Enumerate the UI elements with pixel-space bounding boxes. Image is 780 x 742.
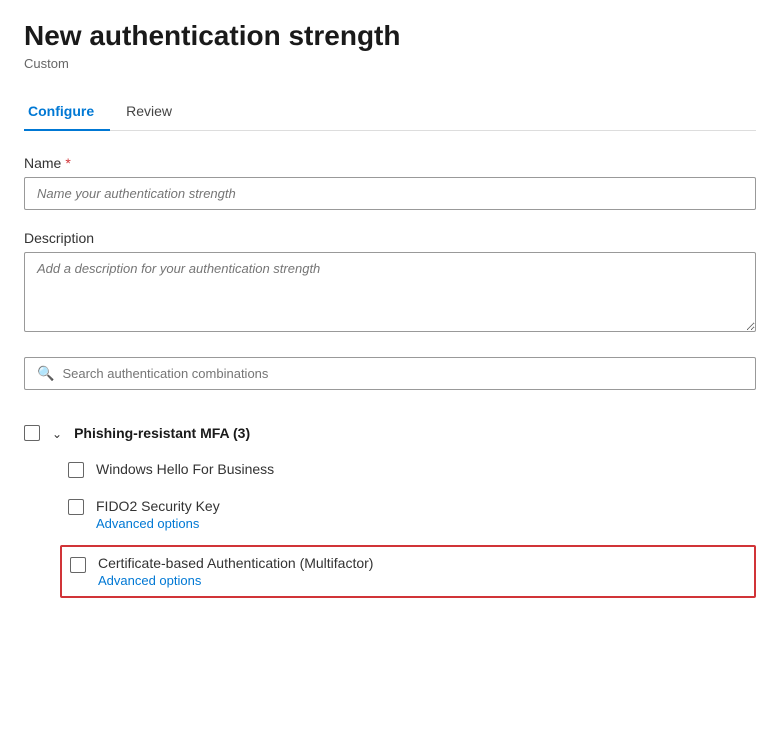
search-container: 🔍 <box>24 357 756 390</box>
description-field-group: Description <box>24 230 756 337</box>
name-field-group: Name * <box>24 155 756 210</box>
fido2-item-row: FIDO2 Security Key Advanced options <box>68 488 756 541</box>
phishing-resistant-group-header[interactable]: ⌄ Phishing-resistant MFA (3) <box>24 414 756 451</box>
fido2-content: FIDO2 Security Key Advanced options <box>96 498 220 531</box>
description-input[interactable] <box>24 252 756 332</box>
phishing-resistant-checkbox[interactable] <box>24 425 40 441</box>
name-input[interactable] <box>24 177 756 210</box>
tab-bar: Configure Review <box>24 95 756 131</box>
cba-multi-label: Certificate-based Authentication (Multif… <box>98 555 373 571</box>
whfb-item: Windows Hello For Business <box>68 451 756 488</box>
fido2-label: FIDO2 Security Key <box>96 498 220 514</box>
whfb-item-row: Windows Hello For Business <box>68 451 756 488</box>
search-input[interactable] <box>62 366 743 381</box>
fido2-advanced-options-link[interactable]: Advanced options <box>96 516 220 531</box>
cba-multi-checkbox[interactable] <box>70 557 86 573</box>
chevron-down-icon[interactable]: ⌄ <box>52 427 62 441</box>
whfb-content: Windows Hello For Business <box>96 461 274 477</box>
tab-configure[interactable]: Configure <box>24 95 110 131</box>
description-label: Description <box>24 230 756 246</box>
cba-multi-item: Certificate-based Authentication (Multif… <box>60 545 756 598</box>
page-subtitle: Custom <box>24 56 756 71</box>
whfb-label: Windows Hello For Business <box>96 461 274 477</box>
name-label: Name * <box>24 155 756 171</box>
fido2-checkbox[interactable] <box>68 499 84 515</box>
phishing-resistant-group-label: Phishing-resistant MFA (3) <box>74 425 250 441</box>
cba-multi-item-row: Certificate-based Authentication (Multif… <box>68 541 756 598</box>
required-indicator: * <box>65 155 70 171</box>
tab-review[interactable]: Review <box>122 95 188 131</box>
whfb-checkbox[interactable] <box>68 462 84 478</box>
combinations-list: ⌄ Phishing-resistant MFA (3) Windows Hel… <box>24 414 756 598</box>
cba-multi-advanced-options-link[interactable]: Advanced options <box>98 573 373 588</box>
search-icon: 🔍 <box>37 365 54 382</box>
cba-multi-content: Certificate-based Authentication (Multif… <box>98 555 373 588</box>
fido2-item: FIDO2 Security Key Advanced options <box>68 488 756 541</box>
page-title: New authentication strength <box>24 20 756 52</box>
